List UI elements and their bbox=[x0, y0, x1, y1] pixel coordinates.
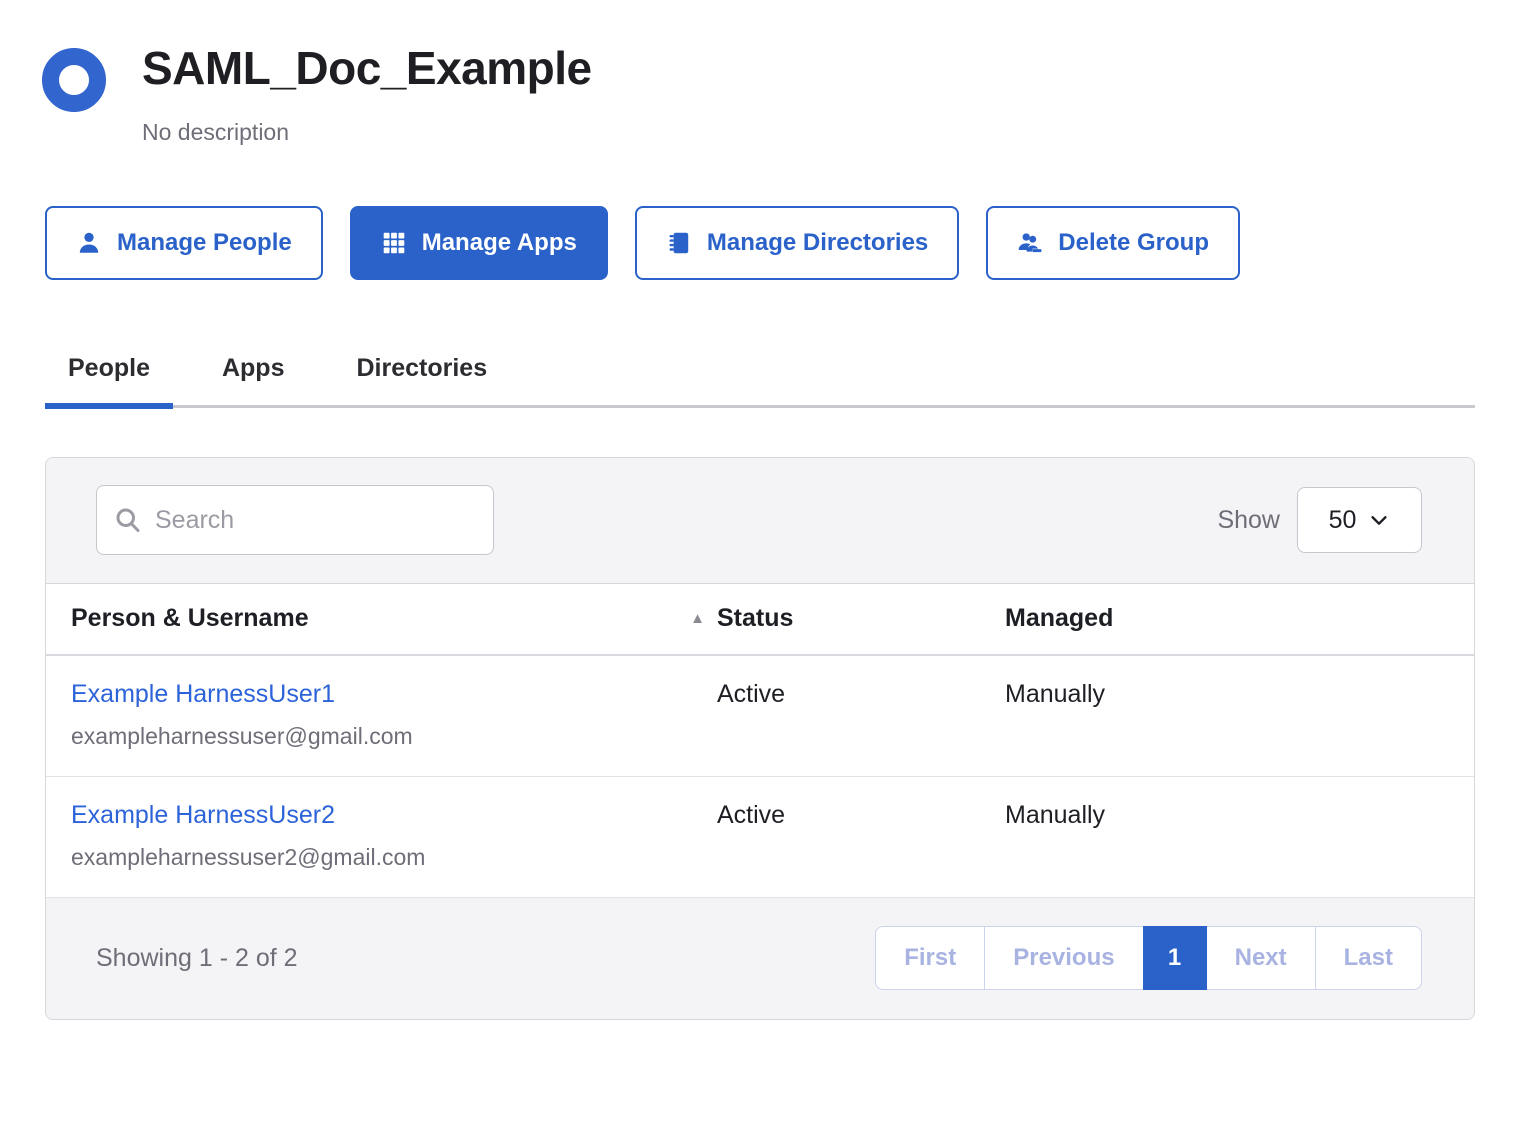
tab-apps[interactable]: Apps bbox=[199, 354, 308, 405]
sort-asc-icon: ▲ bbox=[690, 610, 705, 627]
table-row: Example HarnessUser2 exampleharnessuser2… bbox=[46, 777, 1474, 898]
managed-cell: Manually bbox=[1005, 801, 1474, 871]
status-cell: Active bbox=[717, 680, 1005, 750]
manage-directories-label: Manage Directories bbox=[707, 229, 928, 257]
person-email: exampleharnessuser2@gmail.com bbox=[71, 844, 717, 871]
delete-group-button[interactable]: Delete Group bbox=[986, 206, 1240, 280]
group-header: SAML_Doc_Example No description bbox=[45, 0, 1475, 146]
action-buttons: Manage People Manage Apps Manage Directo… bbox=[45, 206, 1475, 280]
group-header-text: SAML_Doc_Example No description bbox=[142, 42, 592, 146]
pagination-page-1-button[interactable]: 1 bbox=[1143, 926, 1207, 990]
pagination-previous-button[interactable]: Previous bbox=[984, 926, 1143, 990]
search-field-wrap bbox=[96, 485, 494, 555]
person-icon bbox=[76, 230, 102, 256]
pagination: First Previous 1 Next Last bbox=[875, 926, 1422, 990]
pagination-next-button[interactable]: Next bbox=[1206, 926, 1316, 990]
pagination-last-button[interactable]: Last bbox=[1315, 926, 1422, 990]
column-header-person-username[interactable]: Person & Username ▲ bbox=[71, 604, 717, 633]
managed-cell: Manually bbox=[1005, 680, 1474, 750]
group-icon bbox=[42, 48, 106, 112]
manage-directories-button[interactable]: Manage Directories bbox=[635, 206, 959, 280]
delete-group-label: Delete Group bbox=[1058, 229, 1209, 257]
show-label: Show bbox=[1217, 506, 1280, 535]
status-cell: Active bbox=[717, 801, 1005, 871]
search-icon bbox=[113, 505, 143, 535]
page-size-value: 50 bbox=[1329, 506, 1357, 535]
person-cell: Example HarnessUser2 exampleharnessuser2… bbox=[71, 801, 717, 871]
column-header-managed: Managed bbox=[1005, 604, 1474, 633]
table-toolbar: Show 50 bbox=[46, 458, 1474, 584]
page-size-dropdown[interactable]: 50 bbox=[1297, 487, 1422, 553]
manage-people-label: Manage People bbox=[117, 229, 292, 257]
person-cell: Example HarnessUser1 exampleharnessuser@… bbox=[71, 680, 717, 750]
search-input[interactable] bbox=[96, 485, 494, 555]
results-summary: Showing 1 - 2 of 2 bbox=[96, 944, 298, 973]
pagination-first-button[interactable]: First bbox=[875, 926, 985, 990]
chevron-down-icon bbox=[1368, 509, 1390, 531]
person-name-link[interactable]: Example HarnessUser2 bbox=[71, 801, 335, 829]
manage-apps-button[interactable]: Manage Apps bbox=[350, 206, 608, 280]
person-name-link[interactable]: Example HarnessUser1 bbox=[71, 680, 335, 708]
table-row: Example HarnessUser1 exampleharnessuser@… bbox=[46, 656, 1474, 777]
page-title: SAML_Doc_Example bbox=[142, 42, 592, 95]
table-footer: Showing 1 - 2 of 2 First Previous 1 Next… bbox=[46, 898, 1474, 1019]
tab-directories[interactable]: Directories bbox=[333, 354, 510, 405]
manage-people-button[interactable]: Manage People bbox=[45, 206, 323, 280]
column-header-status: Status bbox=[717, 604, 1005, 633]
table-header-row: Person & Username ▲ Status Managed bbox=[46, 584, 1474, 656]
tab-people[interactable]: People bbox=[45, 354, 173, 405]
person-email: exampleharnessuser@gmail.com bbox=[71, 723, 717, 750]
group-description: No description bbox=[142, 119, 592, 146]
tab-bar: People Apps Directories bbox=[45, 354, 1475, 408]
directory-icon bbox=[666, 230, 692, 256]
people-table-card: Show 50 Person & Username ▲ Status Manag… bbox=[45, 457, 1475, 1020]
column-header-person-label: Person & Username bbox=[71, 604, 309, 633]
remove-user-icon bbox=[1017, 230, 1043, 256]
manage-apps-label: Manage Apps bbox=[422, 229, 577, 257]
page-size-control: Show 50 bbox=[1217, 487, 1422, 553]
page: SAML_Doc_Example No description Manage P… bbox=[0, 0, 1520, 1020]
grid-icon bbox=[381, 230, 407, 256]
